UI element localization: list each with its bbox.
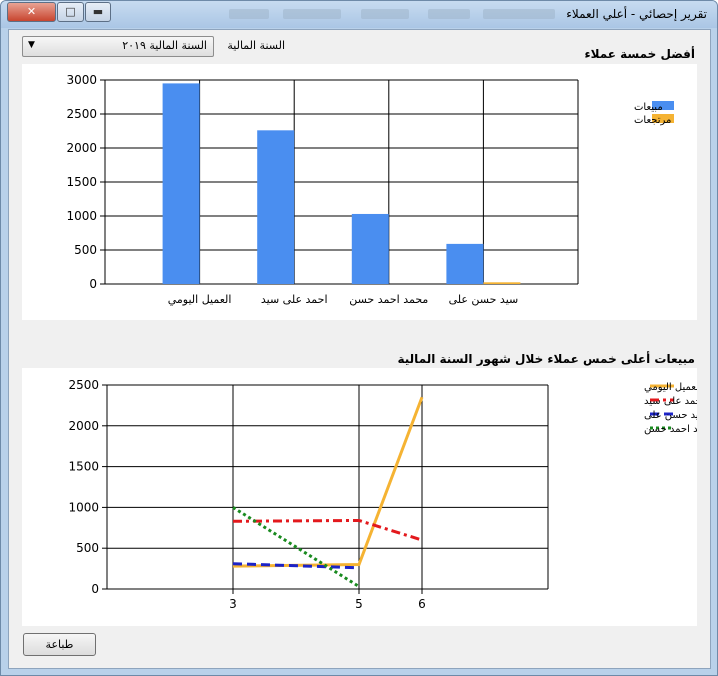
x-tick-label: 5	[355, 597, 363, 611]
x-tick-label: 6	[418, 597, 426, 611]
y-tick-label: 500	[74, 243, 97, 257]
blurred-menu-item	[483, 9, 555, 19]
legend-label: سيد حسن على	[644, 410, 697, 421]
main-panel: ▼ السنة المالية ٢٠١٩ السنة المالية أفضل …	[8, 29, 716, 669]
x-tick-label: العميل اليومي	[168, 293, 232, 306]
blurred-menu-item	[283, 9, 341, 19]
x-tick-label: احمد على سيد	[261, 293, 328, 306]
app-window: تقرير إحصائي - أعلي العملاء ▬ □ ✕ ▼ السن…	[0, 0, 718, 676]
y-tick-label: 500	[76, 541, 99, 555]
y-tick-label: 0	[91, 582, 99, 596]
maximize-icon: □	[65, 5, 76, 18]
line-chart-panel: 0 500 1000 1500 2000 2500 3 5 6 العميل اليومي احمد…	[22, 368, 716, 626]
monthly-sales-heading: مبيعات أعلى خمس عملاء خلال شهور السنة ال…	[397, 352, 696, 366]
legend-label: محمد احمد حسن	[644, 424, 697, 435]
print-button[interactable]: طباعة	[23, 633, 96, 656]
minimize-button[interactable]: ▬	[85, 2, 111, 22]
top-customers-heading: أفضل خمسة عملاء	[584, 47, 695, 61]
blurred-menu-item	[428, 9, 470, 19]
y-tick-label: 2000	[68, 419, 99, 433]
x-tick-label: محمد احمد حسن	[349, 293, 428, 306]
fiscal-year-selected: السنة المالية ٢٠١٩	[122, 39, 207, 52]
window-title: تقرير إحصائي - أعلي العملاء	[566, 7, 707, 21]
y-tick-label: 1000	[66, 209, 97, 223]
blurred-menu-item	[229, 9, 269, 19]
y-tick-label: 2500	[66, 107, 97, 121]
bar-sales	[351, 213, 389, 284]
dropdown-arrow-icon: ▼	[28, 40, 35, 50]
bar-sales	[446, 243, 484, 284]
bar-chart-panel: 0 500 1000 1500 2000 2500 3000 العميل اليومي احم…	[22, 64, 697, 320]
x-tick-label: 3	[229, 597, 237, 611]
legend-label: احمد على سيد	[644, 396, 697, 407]
y-tick-label: 0	[89, 277, 97, 291]
close-button[interactable]: ✕	[7, 2, 56, 22]
fiscal-year-dropdown[interactable]: ▼ السنة المالية ٢٠١٩	[22, 36, 214, 57]
series-line	[232, 396, 424, 568]
x-tick-label: سيد حسن على	[449, 293, 519, 306]
minimize-icon: ▬	[92, 5, 104, 18]
series-line	[232, 518, 423, 542]
close-icon: ✕	[26, 5, 37, 18]
legend-label: مرتجعات	[634, 115, 671, 126]
legend-label: مبيعات	[634, 102, 663, 113]
y-tick-label: 2500	[68, 378, 99, 392]
y-tick-label: 1000	[68, 500, 99, 514]
blurred-menu-item	[361, 9, 409, 19]
fiscal-year-label: السنة المالية	[227, 39, 285, 52]
bar-sales	[257, 130, 295, 284]
legend-label: العميل اليومي	[644, 382, 697, 393]
bar-returns	[483, 282, 521, 284]
bar-chart: 0 500 1000 1500 2000 2500 3000 العميل اليومي احم…	[66, 73, 674, 306]
y-tick-label: 3000	[66, 73, 97, 87]
y-tick-label: 1500	[68, 460, 99, 474]
bar-sales	[162, 83, 200, 285]
title-bar[interactable]: تقرير إحصائي - أعلي العملاء ▬ □ ✕	[1, 1, 717, 28]
line-chart: 0 500 1000 1500 2000 2500 3 5 6 العميل اليومي احمد…	[68, 378, 715, 611]
y-tick-label: 2000	[66, 141, 97, 155]
maximize-button[interactable]: □	[57, 2, 84, 22]
y-tick-label: 1500	[66, 175, 97, 189]
